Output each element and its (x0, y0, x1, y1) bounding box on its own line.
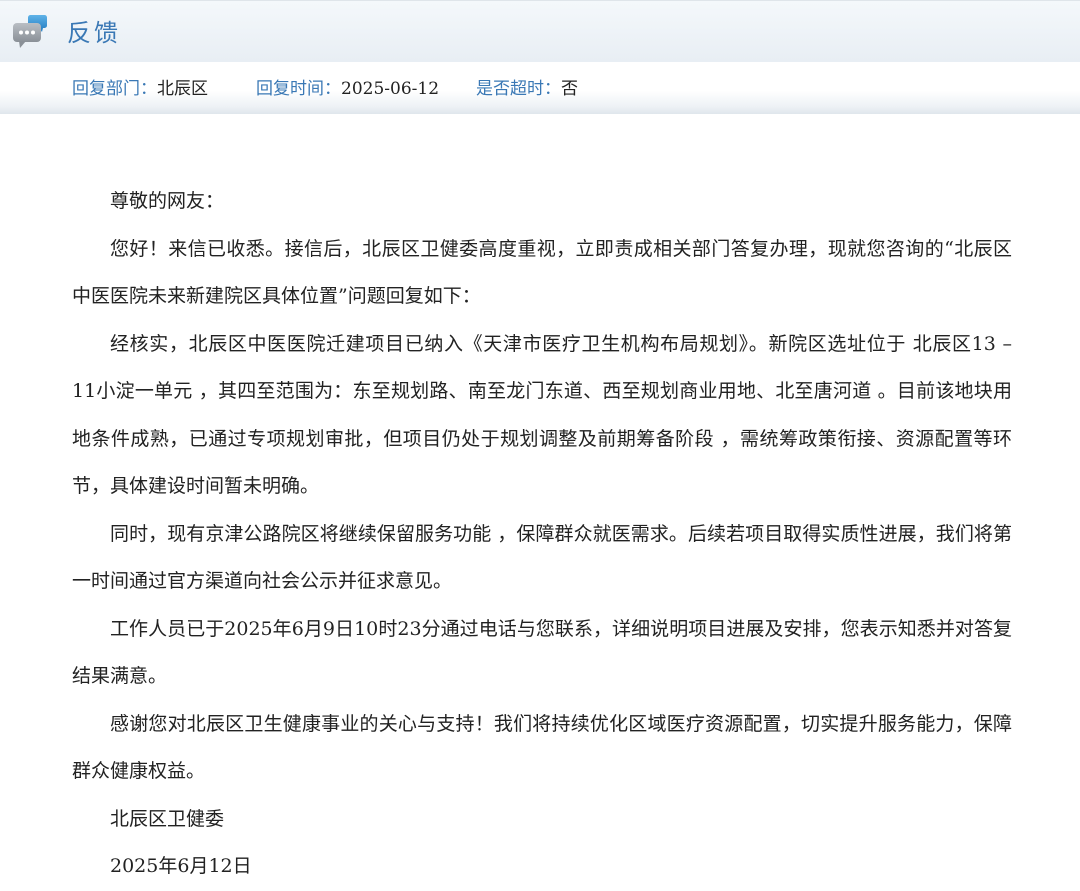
letter-paragraph-contact: 工作人员已于2025年6月9日10时23分通过电话与您联系，详细说明项目进展及安… (72, 617, 1012, 688)
reply-letter: 尊敬的网友： 您好！来信已收悉。接信后，北辰区卫健委高度重视，立即责成相关部门答… (72, 178, 1012, 891)
chat-bubbles-icon (13, 15, 47, 48)
reply-department-label: 回复部门： (72, 79, 157, 99)
reply-time: 回复时间：2025-06-12 (256, 78, 439, 100)
letter-paragraph-location: 经核实，北辰区中医医院迁建项目已纳入《天津市医疗卫生机构布局规划》。新院区选址位… (72, 332, 1012, 498)
overdue-status-label: 是否超时： (476, 79, 561, 99)
page-title: 反馈 (67, 19, 121, 47)
letter-paragraph-intro: 您好！来信已收悉。接信后，北辰区卫健委高度重视，立即责成相关部门答复办理，现就您… (72, 237, 1012, 308)
reply-department: 回复部门：北辰区 (72, 78, 208, 100)
letter-date: 2025年6月12日 (110, 855, 252, 877)
letter-paragraph-thanks: 感谢您对北辰区卫生健康事业的关心与支持！我们将持续优化区域医疗资源配置，切实提升… (72, 712, 1012, 783)
overdue-status-value: 否 (561, 79, 578, 99)
reply-department-value: 北辰区 (157, 79, 208, 99)
letter-signature: 北辰区卫健委 (110, 807, 225, 830)
feedback-header: 反馈 (0, 0, 1080, 62)
reply-time-label: 回复时间： (256, 79, 341, 99)
letter-greeting: 尊敬的网友： (110, 190, 225, 212)
reply-meta-bar: 回复部门：北辰区 回复时间：2025-06-12 是否超时：否 (0, 62, 1080, 114)
letter-paragraph-current-campus: 同时，现有京津公路院区将继续保留服务功能 ，保障群众就医需求。后续若项目取得实质… (72, 522, 1012, 593)
reply-time-value: 2025-06-12 (341, 79, 440, 99)
overdue-status: 是否超时：否 (476, 78, 578, 100)
